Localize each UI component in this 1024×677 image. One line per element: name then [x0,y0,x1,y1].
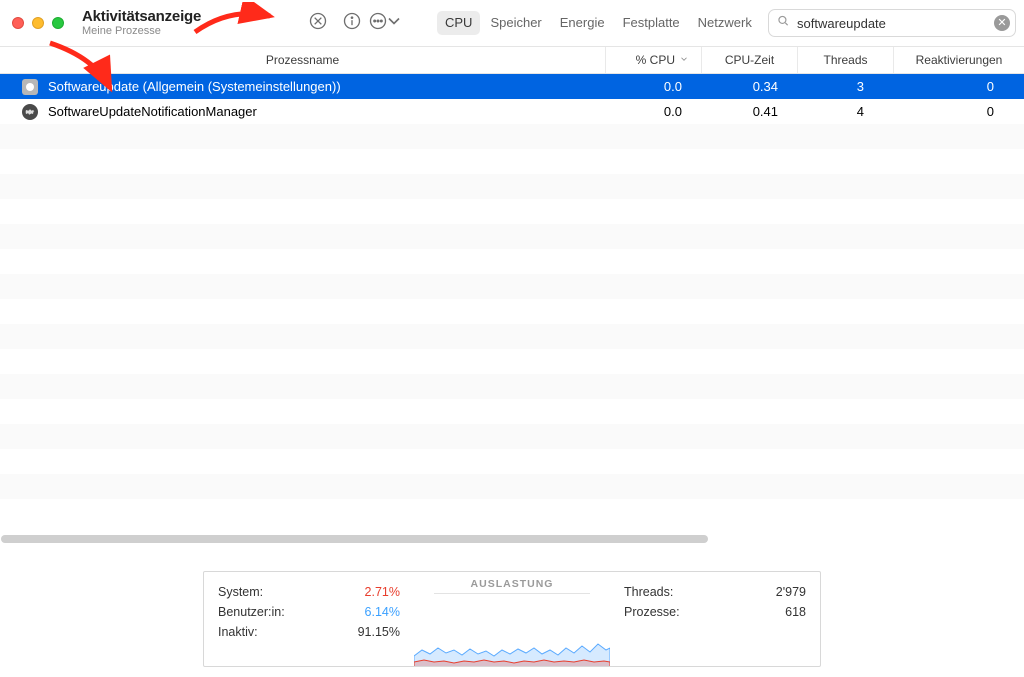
cpu-summary-panel-wrap: System: 2.71% Benutzer:in: 6.14% Inaktiv… [0,571,1024,667]
load-chart-title: AUSLASTUNG [434,578,590,594]
summary-chart: AUSLASTUNG [414,572,610,666]
column-header-time[interactable]: CPU-Zeit [702,47,798,73]
minimize-window-button[interactable] [32,17,44,29]
cpu-summary-panel: System: 2.71% Benutzer:in: 6.14% Inaktiv… [203,571,821,667]
cell-react: 0 [894,104,1024,119]
search-icon [776,14,790,33]
close-window-button[interactable] [12,17,24,29]
processes-total-value: 618 [785,605,806,619]
summary-right: Threads: 2'979 Prozesse: 618 [610,572,820,666]
process-icon [22,104,38,120]
cell-threads: 3 [798,79,894,94]
column-header-name[interactable]: Prozessname [0,47,606,73]
cell-cpu: 0.0 [606,79,702,94]
column-header-cpu[interactable]: % CPU [606,47,702,73]
column-header-cpu-label: % CPU [636,53,675,67]
table-row[interactable]: Softwareupdate (Allgemein (Systemeinstel… [0,74,1024,99]
sort-indicator-icon [679,53,689,67]
cell-threads: 4 [798,104,894,119]
system-label: System: [218,585,263,599]
window-subtitle: Meine Prozesse [82,25,222,37]
processes-total-label: Prozesse: [624,605,680,619]
x-icon: ✕ [997,18,1006,29]
cell-time: 0.41 [702,104,798,119]
idle-label: Inaktiv: [218,625,258,639]
search-input[interactable] [768,9,1016,37]
info-icon [342,11,362,36]
process-icon [22,79,38,95]
user-label: Benutzer:in: [218,605,285,619]
horizontal-scrollbar[interactable] [0,534,1024,544]
cell-cpu: 0.0 [606,104,702,119]
threads-total-value: 2'979 [776,585,806,599]
more-actions-button[interactable] [372,9,400,37]
cpu-load-chart-icon [414,620,610,666]
tab-disk[interactable]: Festplatte [615,11,688,35]
cell-time: 0.34 [702,79,798,94]
column-header-threads[interactable]: Threads [798,47,894,73]
cell-react: 0 [894,79,1024,94]
idle-value: 91.15% [358,625,400,639]
info-button[interactable] [338,9,366,37]
process-name: SoftwareUpdateNotificationManager [48,104,257,119]
clear-search-button[interactable]: ✕ [994,15,1010,31]
zoom-window-button[interactable] [52,17,64,29]
window-controls [12,17,64,29]
system-value: 2.71% [365,585,400,599]
scrollbar-thumb[interactable] [1,535,708,543]
table-row[interactable]: SoftwareUpdateNotificationManager 0.0 0.… [0,99,1024,124]
window-title: Aktivitätsanzeige [82,9,222,26]
stop-icon [308,11,328,36]
resource-tabs: CPU Speicher Energie Festplatte Netzwerk [436,9,761,37]
chevron-down-icon [384,11,404,36]
column-header-react[interactable]: Reaktivierungen [894,47,1024,73]
search-field-container: ✕ [768,9,1016,37]
threads-total-label: Threads: [624,585,673,599]
column-headers: Prozessname % CPU CPU-Zeit Threads Reakt… [0,46,1024,74]
tab-network[interactable]: Netzwerk [690,11,760,35]
toolbar: Aktivitätsanzeige Meine Prozesse [0,0,1024,46]
summary-left: System: 2.71% Benutzer:in: 6.14% Inaktiv… [204,572,414,666]
user-value: 6.14% [365,605,400,619]
stop-process-button[interactable] [304,9,332,37]
empty-rows-background [0,124,1024,524]
process-name: Softwareupdate (Allgemein (Systemeinstel… [48,79,341,94]
tab-cpu[interactable]: CPU [437,11,480,35]
window-title-block: Aktivitätsanzeige Meine Prozesse [82,9,222,38]
process-table: Softwareupdate (Allgemein (Systemeinstel… [0,74,1024,544]
tab-energy[interactable]: Energie [552,11,613,35]
tab-memory[interactable]: Speicher [482,11,549,35]
